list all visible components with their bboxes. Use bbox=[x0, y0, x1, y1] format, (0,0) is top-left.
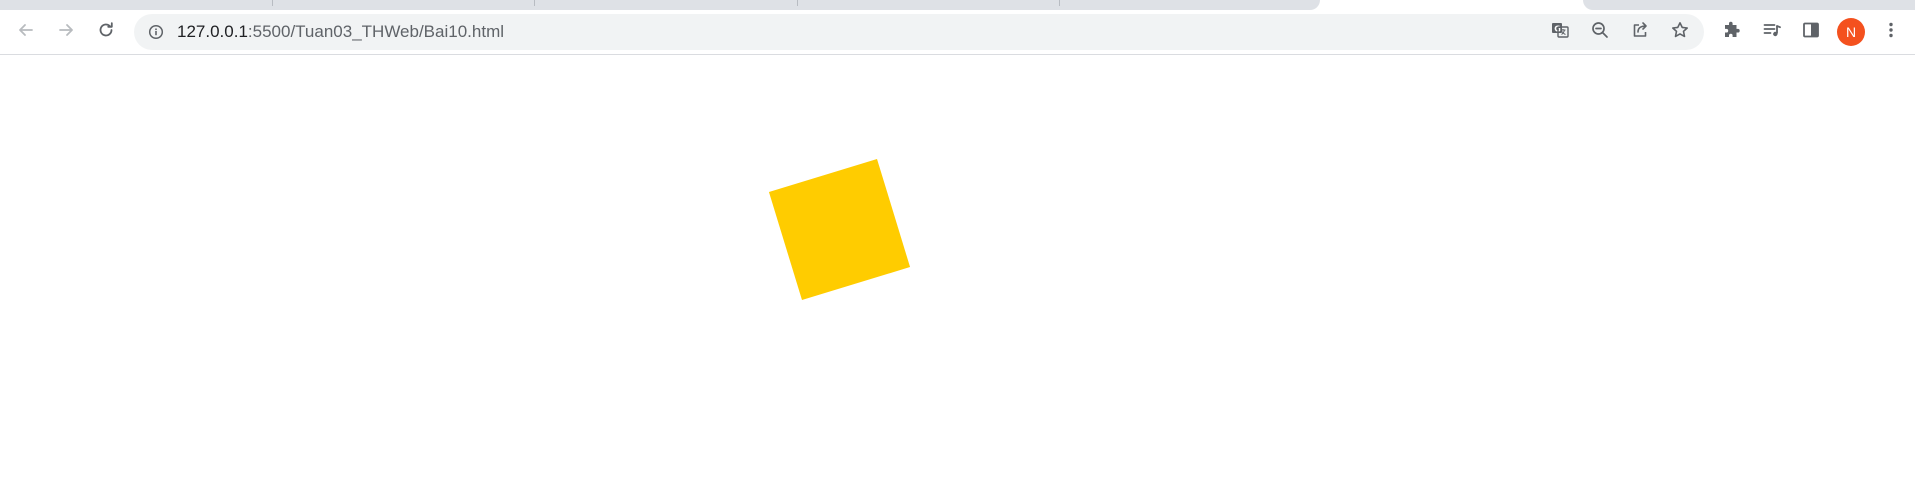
reload-button[interactable] bbox=[90, 14, 122, 50]
menu-button[interactable] bbox=[1875, 14, 1907, 50]
tab-separator bbox=[272, 0, 273, 6]
url-host: 127.0.0.1 bbox=[177, 22, 248, 41]
bookmark-button[interactable] bbox=[1664, 14, 1696, 50]
zoom-button[interactable] bbox=[1584, 14, 1616, 50]
page-content bbox=[0, 55, 1915, 498]
tab-separator bbox=[534, 0, 535, 6]
share-icon bbox=[1630, 20, 1650, 45]
inactive-tabs-area-right[interactable] bbox=[1583, 0, 1915, 10]
profile-button[interactable]: N bbox=[1835, 14, 1867, 50]
address-bar[interactable]: 127.0.0.1:5500/Tuan03_THWeb/Bai10.html G bbox=[134, 14, 1704, 50]
translate-icon: G bbox=[1550, 20, 1570, 45]
url-text[interactable]: 127.0.0.1:5500/Tuan03_THWeb/Bai10.html bbox=[177, 14, 504, 50]
url-path: :5500/Tuan03_THWeb/Bai10.html bbox=[247, 22, 505, 41]
media-queue-icon bbox=[1762, 20, 1782, 45]
tab-separator bbox=[1059, 0, 1060, 6]
extensions-button[interactable] bbox=[1716, 14, 1748, 50]
inactive-tabs-area[interactable] bbox=[0, 0, 1320, 10]
forward-button[interactable] bbox=[50, 14, 82, 50]
tab-strip bbox=[0, 0, 1915, 14]
back-button[interactable] bbox=[10, 14, 42, 50]
star-icon bbox=[1670, 20, 1690, 45]
browser-toolbar: 127.0.0.1:5500/Tuan03_THWeb/Bai10.html G bbox=[0, 14, 1915, 55]
translate-button[interactable]: G bbox=[1544, 14, 1576, 50]
share-button[interactable] bbox=[1624, 14, 1656, 50]
puzzle-icon bbox=[1722, 20, 1742, 45]
info-icon[interactable] bbox=[146, 14, 166, 50]
arrow-left-icon bbox=[16, 20, 36, 45]
side-panel-button[interactable] bbox=[1795, 14, 1827, 50]
rotating-square bbox=[768, 158, 911, 301]
arrow-right-icon bbox=[56, 20, 76, 45]
avatar: N bbox=[1837, 18, 1865, 46]
zoom-out-icon bbox=[1590, 20, 1610, 45]
tab-separator bbox=[797, 0, 798, 6]
reload-icon bbox=[96, 20, 116, 45]
media-control-button[interactable] bbox=[1756, 14, 1788, 50]
more-vertical-icon bbox=[1881, 20, 1901, 45]
side-panel-icon bbox=[1801, 20, 1821, 45]
